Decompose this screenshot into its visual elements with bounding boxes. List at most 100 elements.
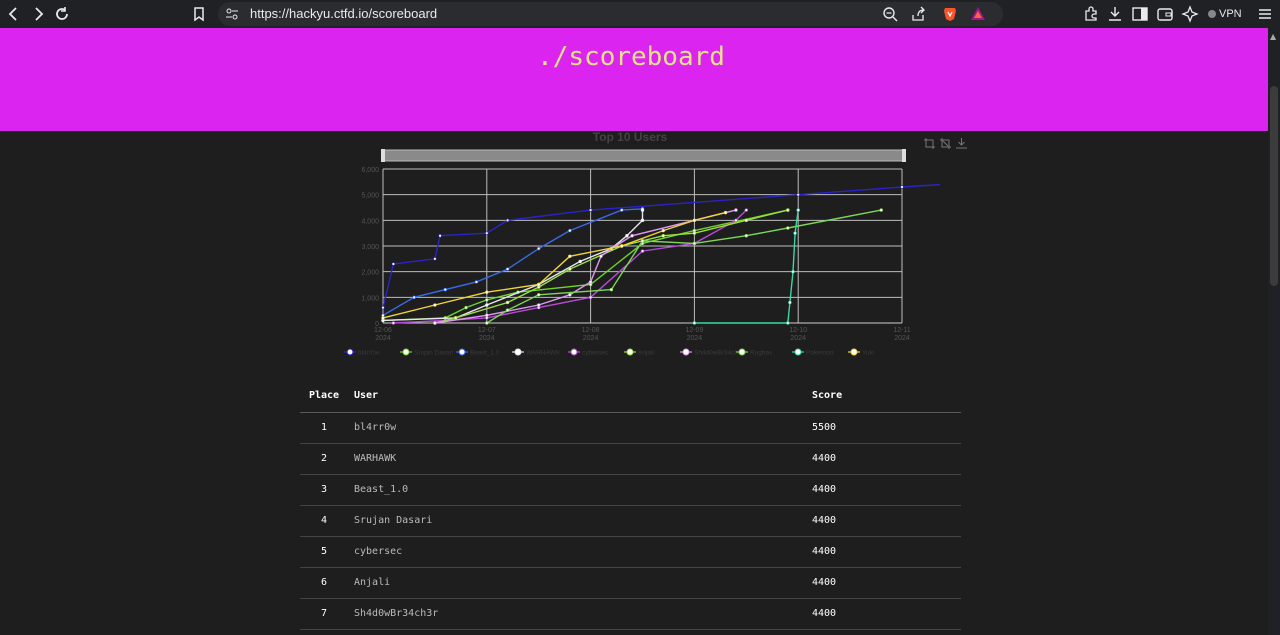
series-point <box>588 295 593 300</box>
legend-item-icon[interactable] <box>738 348 746 356</box>
legend-item-icon[interactable] <box>570 348 578 356</box>
user-link[interactable]: Anjali <box>354 577 390 588</box>
leo-icon[interactable] <box>1181 5 1199 23</box>
table-row: 5 cybersec 4400 <box>300 537 961 568</box>
user-link[interactable]: Sh4d0wBr34ch3r <box>354 608 438 619</box>
table-row: 3 Beast_1.0 4400 <box>300 475 961 506</box>
legend-item-icon[interactable] <box>850 348 858 356</box>
share-icon[interactable] <box>910 6 926 22</box>
address-bar[interactable]: https://hackyu.ctfd.io/scoreboard <box>218 2 1003 26</box>
series-point <box>474 280 479 284</box>
series-point <box>793 231 797 235</box>
user-link[interactable]: cybersec <box>354 546 402 557</box>
zoom-icon[interactable] <box>882 6 898 22</box>
series-point <box>505 308 510 312</box>
datazoom-slider[interactable] <box>381 149 906 162</box>
series-point <box>744 234 748 238</box>
scroll-up-icon[interactable]: ▲ <box>1270 32 1276 41</box>
download-icon[interactable] <box>1106 5 1124 23</box>
series-point <box>744 208 748 212</box>
series-point <box>640 218 645 223</box>
extensions-icon[interactable] <box>1082 5 1100 23</box>
vpn-button[interactable]: VPN <box>1208 5 1242 23</box>
forward-icon[interactable] <box>28 4 48 24</box>
datazoom-handle-left[interactable] <box>381 149 385 162</box>
user-link[interactable]: WARHAWK <box>354 453 396 464</box>
series-point <box>433 257 437 261</box>
place-cell: 4 <box>320 515 328 526</box>
table-row: 6 Anjali 4400 <box>300 568 961 599</box>
series-point <box>734 208 738 212</box>
page-content: ./scoreboard Top 10 Users 0 1,000 2,000 3,0… <box>0 28 1268 635</box>
series-point <box>588 280 593 284</box>
sidebar-icon[interactable] <box>1131 5 1149 23</box>
user-link[interactable]: Beast_1.0 <box>354 484 408 495</box>
series-point <box>505 300 510 305</box>
series-point <box>791 269 795 274</box>
legend-item-label: bl4rr0w <box>358 350 380 357</box>
series-point <box>630 234 634 238</box>
series-point <box>609 287 614 292</box>
scroll-thumb[interactable] <box>1270 86 1278 286</box>
url-text[interactable]: https://hackyu.ctfd.io/scoreboard <box>250 6 437 21</box>
series-point <box>485 290 489 294</box>
user-link[interactable]: bl4rr0w <box>354 422 396 433</box>
series-line-6 <box>434 209 737 324</box>
brave-shields-icon[interactable] <box>942 6 958 22</box>
series-point <box>692 231 697 235</box>
legend-item-icon[interactable] <box>794 348 802 356</box>
series-point <box>485 303 489 307</box>
save-image-icon[interactable] <box>956 134 967 149</box>
datazoom-handle-right[interactable] <box>902 149 906 162</box>
legend-item-label: Sh4d0wBr34ch3r <box>694 350 745 357</box>
score-cell: 4400 <box>812 577 837 588</box>
menu-icon[interactable] <box>1256 5 1274 23</box>
legend-item-icon[interactable] <box>346 348 354 356</box>
legend-item-icon[interactable] <box>402 348 410 356</box>
wallet-icon[interactable] <box>1156 5 1174 23</box>
score-cell: 5500 <box>812 422 837 433</box>
place-cell: 2 <box>320 453 328 464</box>
series-point <box>505 267 510 271</box>
legend-item-icon[interactable] <box>514 348 522 356</box>
series-point <box>568 293 572 297</box>
header-place: Place <box>308 390 340 401</box>
legend-item-icon[interactable] <box>626 348 634 356</box>
browser-toolbar: https://hackyu.ctfd.io/scoreboard VPN <box>0 0 1280 28</box>
zoom-reset-icon[interactable] <box>940 134 951 149</box>
zoom-select-icon[interactable] <box>924 134 935 149</box>
series-point <box>537 246 541 251</box>
legend-item-icon[interactable] <box>682 348 690 356</box>
series-point <box>485 231 489 235</box>
hero-banner: ./scoreboard <box>0 28 1268 131</box>
page-scrollbar[interactable]: ▲ <box>1268 28 1280 635</box>
user-link[interactable]: Srujan Dasari <box>354 515 432 526</box>
series-point <box>381 305 385 310</box>
chart-legend[interactable]: bl4rr0w Srujan Dasari Beast_1.0 WARHAWK cybe… <box>344 348 874 357</box>
series-point <box>640 208 645 212</box>
legend-item-label: cybersec <box>582 350 609 357</box>
series-point <box>796 192 800 197</box>
site-info-icon[interactable] <box>224 6 240 22</box>
reload-icon[interactable] <box>52 4 72 24</box>
chart-grid: 01,0002,0003,0004,0005,0006,00012-06 2024… <box>361 167 910 342</box>
bookmark-icon[interactable] <box>190 5 208 23</box>
brave-rewards-icon[interactable] <box>970 6 986 22</box>
x-tick-label: 12-08 2024 <box>582 327 600 342</box>
score-chart[interactable]: 01,0002,0003,0004,0005,0006,00012-06 2024… <box>340 148 940 363</box>
series-point <box>599 254 603 258</box>
legend-item-icon[interactable] <box>458 348 466 356</box>
series-point <box>485 298 489 302</box>
series-point <box>900 185 904 189</box>
header-score: Score <box>812 390 843 401</box>
series-point <box>391 262 396 266</box>
series-point <box>485 313 489 318</box>
back-icon[interactable] <box>4 4 24 24</box>
series-point <box>537 282 541 287</box>
y-tick-label: 1,000 <box>361 295 379 302</box>
series-point <box>786 208 790 212</box>
score-cell: 4400 <box>812 608 837 619</box>
series-point <box>692 321 697 325</box>
place-cell: 5 <box>320 546 328 557</box>
x-tick-label: 12-10 2024 <box>789 327 807 342</box>
